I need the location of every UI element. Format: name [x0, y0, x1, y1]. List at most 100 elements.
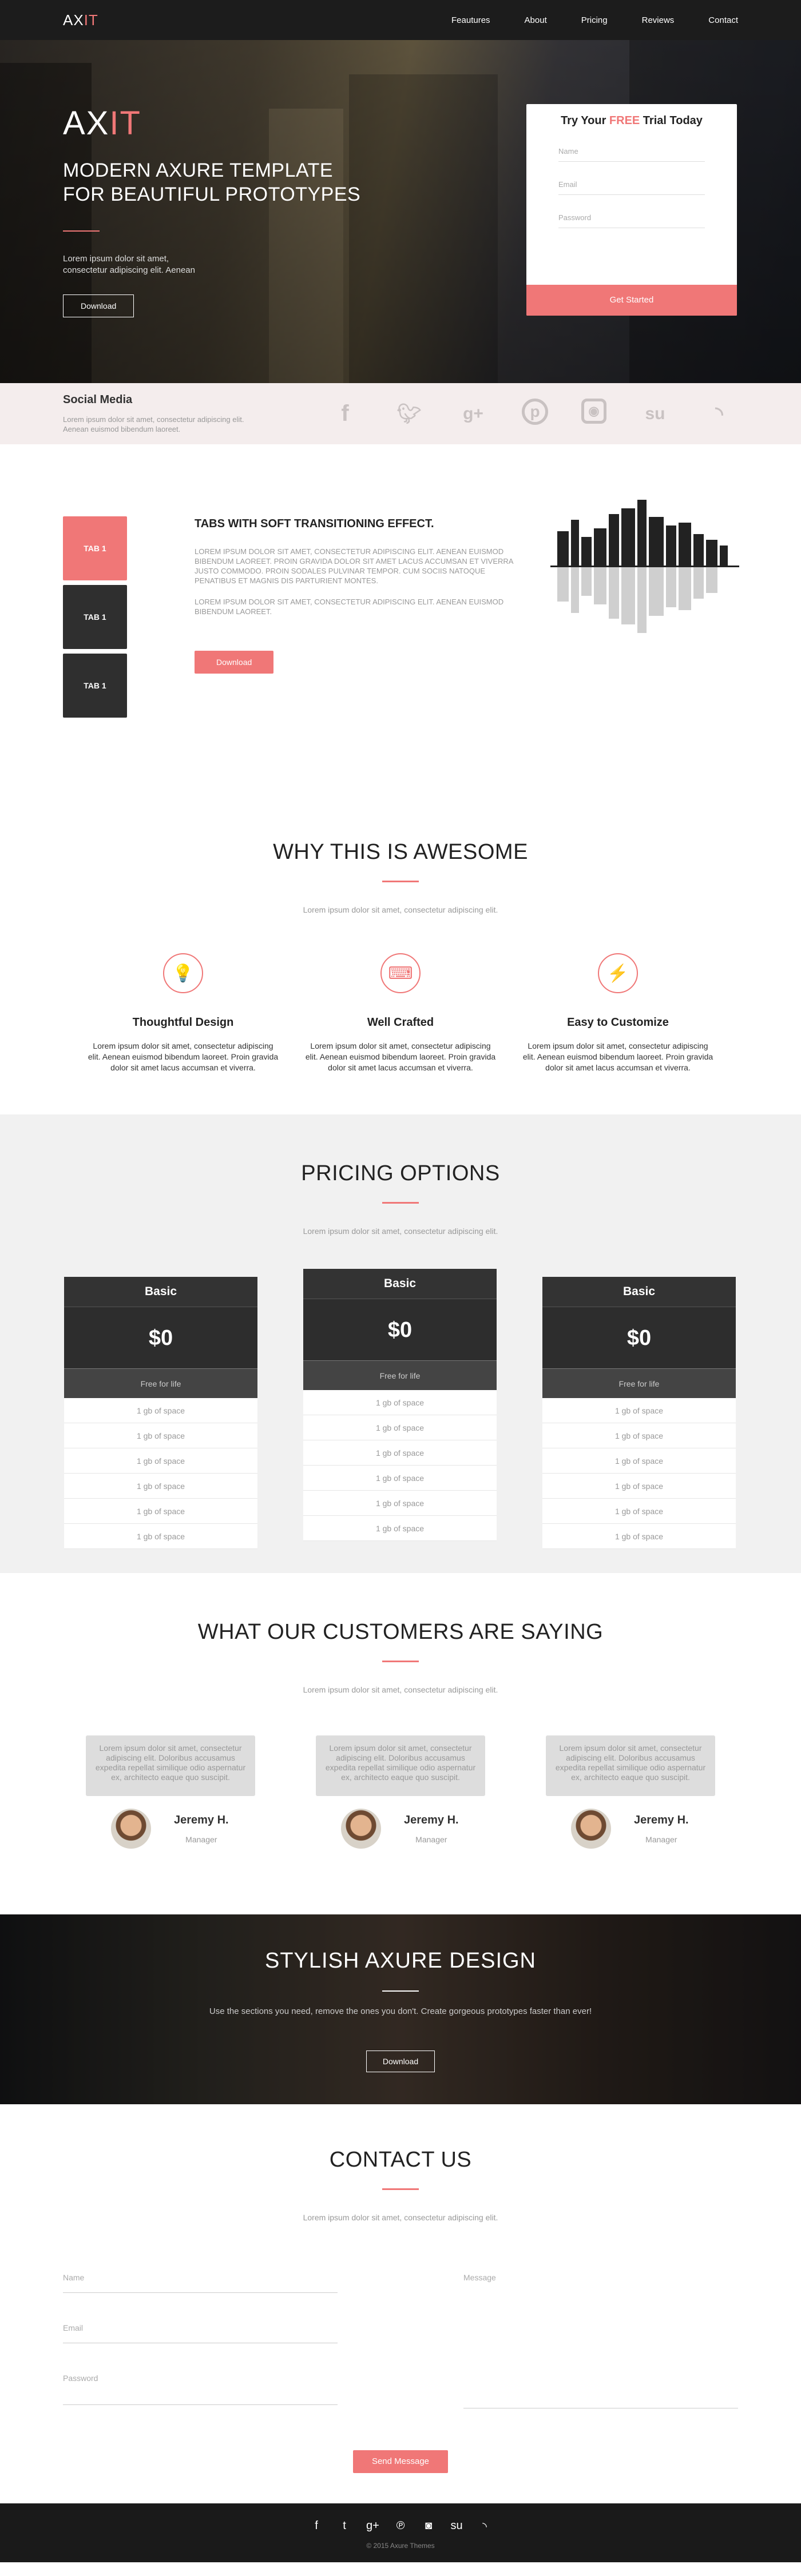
- stumbleupon-icon[interactable]: su: [450, 2519, 463, 2534]
- hero-title-line2: FOR BEAUTIFUL PROTOTYPES: [63, 184, 361, 205]
- why-subtitle: Lorem ipsum dolor sit amet, consectetur …: [303, 905, 498, 914]
- testimonial-quote: Lorem ipsum dolor sit amet, consectetur …: [316, 1735, 485, 1796]
- trial-name-field[interactable]: Name: [558, 147, 705, 162]
- bolt-icon: ⚡: [598, 953, 638, 993]
- social-title: Social Media: [63, 393, 133, 406]
- person-role: Manager: [645, 1834, 677, 1844]
- tab-paragraph-1: LOREM IPSUM DOLOR SIT AMET, CONSECTETUR …: [195, 547, 513, 585]
- tab-paragraph-2: LOREM IPSUM DOLOR SIT AMET, CONSECTETUR …: [195, 598, 504, 616]
- feature-text: Lorem ipsum dolor sit amet, consectetur …: [305, 1041, 496, 1072]
- testimonials-divider: [382, 1661, 419, 1662]
- plan-feature: 1 gb of space: [542, 1448, 736, 1474]
- contact-message-field[interactable]: Message: [463, 2273, 738, 2408]
- instagram-icon[interactable]: ◙: [422, 2519, 435, 2534]
- instagram-icon[interactable]: ◉: [581, 398, 606, 424]
- rss-icon[interactable]: ◝: [704, 399, 735, 429]
- nav-link-contact[interactable]: Contact: [708, 15, 738, 25]
- person-name: Jeremy H.: [174, 1813, 229, 1826]
- city-skyline-illustration: [550, 497, 739, 648]
- plan-price: $0: [542, 1307, 736, 1368]
- trial-email-field[interactable]: Email: [558, 180, 705, 195]
- banner-title: STYLISH AXURE DESIGN: [264, 1949, 536, 1973]
- twitter-icon[interactable]: 🐦︎: [394, 399, 425, 429]
- tab-2[interactable]: TAB 1: [63, 585, 127, 649]
- plan-note: Free for life: [64, 1368, 257, 1398]
- contact-password-field[interactable]: Password: [63, 2374, 338, 2405]
- tab-heading: TABS WITH SOFT TRANSITIONING EFFECT.: [195, 517, 434, 530]
- banner-download-button[interactable]: Download: [366, 2051, 435, 2072]
- why-title: WHY THIS IS AWESOME: [273, 840, 528, 864]
- nav-link-reviews[interactable]: Reviews: [642, 15, 675, 25]
- plan-note: Free for life: [542, 1368, 736, 1398]
- person-meta: Jeremy H. Manager: [174, 1814, 229, 1844]
- tab-content: TABS WITH SOFT TRANSITIONING EFFECT. LOR…: [195, 517, 521, 674]
- nav-link-features[interactable]: Feautures: [451, 15, 490, 25]
- plan-feature: 1 gb of space: [542, 1398, 736, 1423]
- google-plus-icon[interactable]: g+: [458, 399, 489, 429]
- testimonial-quote: Lorem ipsum dolor sit amet, consectetur …: [86, 1735, 255, 1796]
- google-plus-icon[interactable]: g+: [366, 2519, 379, 2534]
- pinterest-icon[interactable]: p: [522, 398, 548, 425]
- contact-section: CONTACT US Lorem ipsum dolor sit amet, c…: [0, 2104, 801, 2503]
- banner-text: Use the sections you need, remove the on…: [209, 2006, 592, 2016]
- contact-email-field[interactable]: Email: [63, 2323, 338, 2343]
- contact-title: CONTACT US: [329, 2148, 472, 2172]
- trial-form: Try Your FREE Trial Today Name Email Pas…: [526, 104, 737, 316]
- trial-title-free: FREE: [609, 114, 640, 127]
- plan-feature: 1 gb of space: [303, 1415, 497, 1440]
- feature-title: Easy to Customize: [567, 1016, 669, 1029]
- trial-password-field[interactable]: Password: [558, 213, 705, 228]
- hero-title: MODERN AXURE TEMPLATE FOR BEAUTIFUL PROT…: [63, 158, 360, 206]
- hero-download-button[interactable]: Download: [63, 294, 134, 317]
- plan-feature: 1 gb of space: [542, 1474, 736, 1499]
- plan-feature: 1 gb of space: [542, 1499, 736, 1524]
- hero-content: AXIT MODERN AXURE TEMPLATE FOR BEAUTIFUL…: [63, 104, 360, 317]
- tab-download-button[interactable]: Download: [195, 651, 274, 674]
- facebook-icon[interactable]: f: [330, 399, 360, 429]
- person-name: Jeremy H.: [404, 1813, 459, 1826]
- hero-text-line2: consectetur adipiscing elit. Aenean: [63, 265, 195, 275]
- top-navbar: AXIT Feautures About Pricing Reviews Con…: [0, 0, 801, 40]
- plan-feature: 1 gb of space: [542, 1423, 736, 1448]
- testimonial-person: Jeremy H. Manager: [86, 1809, 255, 1849]
- nav-logo[interactable]: AXIT: [63, 11, 98, 29]
- facebook-icon[interactable]: f: [310, 2519, 323, 2534]
- lightbulb-icon: 💡: [163, 953, 203, 993]
- plan-feature: 1 gb of space: [303, 1466, 497, 1491]
- testimonials-subtitle: Lorem ipsum dolor sit amet, consectetur …: [303, 1685, 498, 1694]
- plan-price: $0: [64, 1307, 257, 1368]
- plan-name: Basic: [542, 1277, 736, 1307]
- contact-divider: [382, 2188, 419, 2190]
- keyboard-icon: ⌨: [380, 953, 421, 993]
- send-message-button[interactable]: Send Message: [353, 2450, 448, 2473]
- contact-subtitle: Lorem ipsum dolor sit amet, consectetur …: [303, 2213, 498, 2222]
- feature-title: Well Crafted: [367, 1016, 434, 1029]
- plan-price: $0: [303, 1299, 497, 1360]
- hero-text: Lorem ipsum dolor sit amet, consectetur …: [63, 253, 235, 276]
- avatar: [111, 1809, 151, 1849]
- pinterest-icon[interactable]: ℗: [394, 2519, 407, 2534]
- testimonial-card: Lorem ipsum dolor sit amet, consectetur …: [546, 1735, 715, 1849]
- testimonial-list: Lorem ipsum dolor sit amet, consectetur …: [0, 1735, 801, 1849]
- nav-link-pricing[interactable]: Pricing: [581, 15, 608, 25]
- stumbleupon-icon[interactable]: su: [640, 399, 671, 429]
- twitter-icon[interactable]: t: [338, 2519, 351, 2534]
- nav-logo-part2: IT: [84, 11, 98, 29]
- pricing-section: PRICING OPTIONS Lorem ipsum dolor sit am…: [0, 1114, 801, 1573]
- feature-card: ⌨ Well Crafted Lorem ipsum dolor sit ame…: [303, 953, 498, 1073]
- hero-title-line1: MODERN AXURE TEMPLATE: [63, 160, 334, 181]
- get-started-button[interactable]: Get Started: [526, 285, 737, 316]
- social-media-strip: Social Media Lorem ipsum dolor sit amet,…: [0, 383, 801, 444]
- feature-card: ⚡ Easy to Customize Lorem ipsum dolor si…: [521, 953, 715, 1073]
- person-meta: Jeremy H. Manager: [634, 1814, 689, 1844]
- plan-feature: 1 gb of space: [64, 1423, 257, 1448]
- testimonial-person: Jeremy H. Manager: [546, 1809, 715, 1849]
- hero-text-line1: Lorem ipsum dolor sit amet,: [63, 254, 169, 264]
- contact-name-field[interactable]: Name: [63, 2273, 338, 2293]
- plan-feature: 1 gb of space: [303, 1491, 497, 1516]
- tab-1-active[interactable]: TAB 1: [63, 516, 127, 580]
- tab-3[interactable]: TAB 1: [63, 654, 127, 718]
- nav-link-about[interactable]: About: [525, 15, 547, 25]
- plan-feature: 1 gb of space: [64, 1524, 257, 1549]
- rss-icon[interactable]: ◝: [478, 2519, 491, 2534]
